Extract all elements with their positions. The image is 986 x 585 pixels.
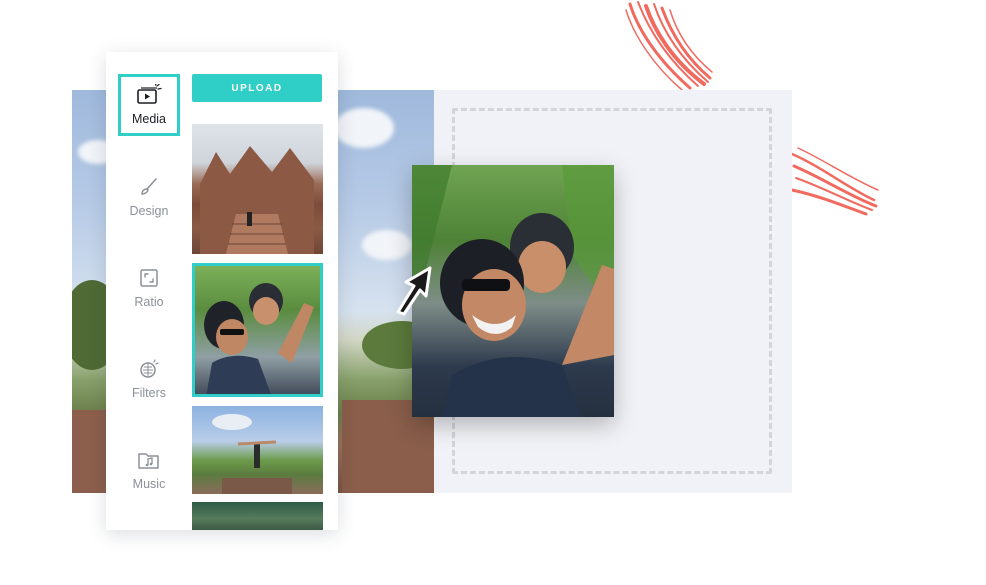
nav-label-media: Media (131, 112, 167, 126)
nav-item-design[interactable]: Design (118, 166, 180, 228)
brush-icon (141, 178, 157, 195)
media-icon (137, 84, 162, 104)
nav-label-ratio: Ratio (134, 295, 164, 309)
nav-label-music: Music (132, 477, 166, 491)
media-thumbnail[interactable] (192, 502, 323, 530)
media-thumbnail[interactable] (192, 124, 323, 254)
nav-label-filters: Filters (131, 386, 167, 400)
media-thumbnail[interactable] (192, 406, 323, 494)
media-side-panel: Media Design Ratio Filters Music UPLOAD (106, 52, 338, 530)
nav-label-design: Design (129, 204, 169, 218)
dragged-photo-card[interactable] (412, 165, 614, 417)
filters-icon (140, 359, 159, 378)
ratio-icon (140, 269, 158, 287)
decorative-stroke-top (625, 1, 713, 91)
nav-item-media[interactable]: Media (118, 74, 180, 136)
upload-button[interactable]: UPLOAD (192, 74, 322, 102)
nav-item-ratio[interactable]: Ratio (118, 257, 180, 319)
media-thumbnail-selected[interactable] (192, 263, 323, 397)
nav-item-music[interactable]: Music (118, 439, 180, 501)
nav-item-filters[interactable]: Filters (118, 348, 180, 410)
music-folder-icon (138, 453, 159, 469)
drag-cursor-arrow-icon (396, 266, 432, 316)
decorative-stroke-right (790, 147, 879, 216)
